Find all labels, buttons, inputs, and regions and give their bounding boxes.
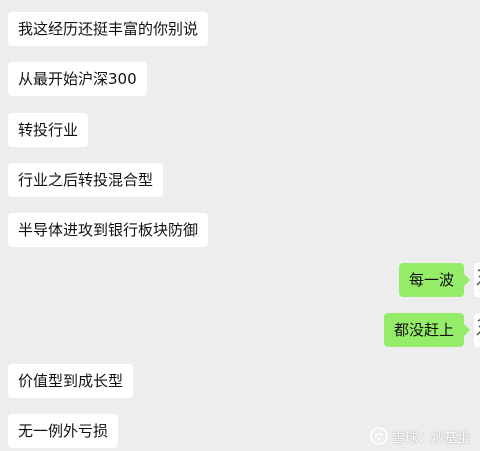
message-bubble-left[interactable]: 转投行业	[8, 113, 89, 147]
watermark: 雪球：炒基蛋	[370, 425, 470, 447]
chat-message-list[interactable]: 我这经历还挺丰富的你别说 从最开始沪深300 转投行业 行业之后转投混合型 半导…	[0, 0, 480, 451]
message-bubble-left[interactable]: 无一例外亏损	[8, 414, 119, 448]
message-bubble-left[interactable]: 我这经历还挺丰富的你别说	[8, 12, 209, 46]
snowball-logo-icon	[370, 427, 388, 445]
avatar-sketch-icon	[476, 318, 480, 341]
message-bubble-left[interactable]: 行业之后转投混合型	[8, 163, 164, 197]
avatar[interactable]	[474, 263, 480, 297]
avatar[interactable]	[474, 313, 480, 347]
message-bubble-left[interactable]: 半导体进攻到银行板块防御	[8, 213, 209, 247]
message-bubble-left[interactable]: 价值型到成长型	[8, 364, 134, 398]
message-bubble-right[interactable]: 都没赶上	[383, 313, 471, 347]
message-bubble-right[interactable]: 每一波	[398, 263, 471, 297]
message-bubble-left[interactable]: 从最开始沪深300	[8, 62, 147, 96]
avatar-sketch-icon	[476, 268, 480, 291]
watermark-text: 雪球：炒基蛋	[391, 430, 470, 446]
